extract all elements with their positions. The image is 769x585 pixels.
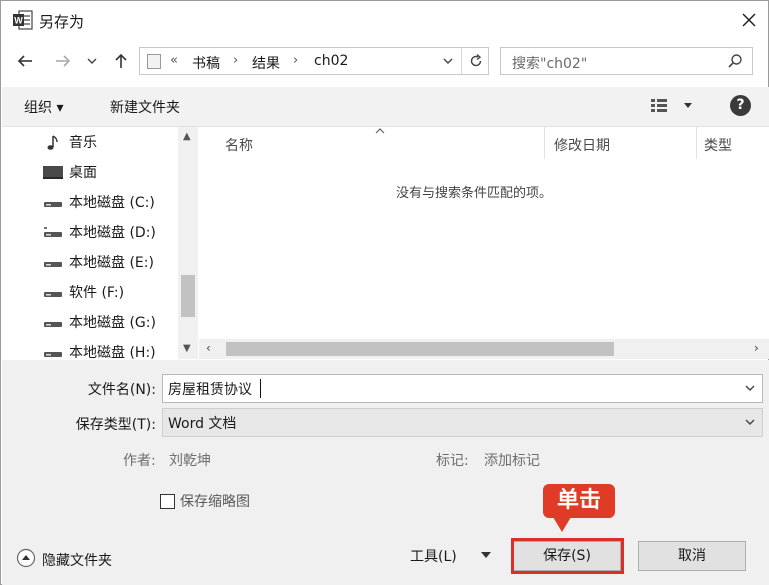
sidebar-item-label: 本地磁盘 (G:): [69, 315, 156, 331]
tags-value[interactable]: 添加标记: [484, 450, 540, 470]
sidebar-item-drive-e[interactable]: 本地磁盘 (E:): [2, 247, 180, 277]
close-icon: [742, 13, 756, 27]
scroll-left-icon[interactable]: ‹: [206, 341, 211, 355]
cancel-button[interactable]: 取消: [638, 541, 746, 571]
column-divider[interactable]: [544, 127, 545, 159]
arrow-right-icon: [56, 55, 71, 67]
author-value[interactable]: 刘乾坤: [169, 450, 211, 470]
svg-text:W: W: [14, 16, 23, 26]
sidebar-item-desktop[interactable]: 桌面: [2, 157, 180, 187]
filename-value: 房屋租赁协议: [168, 382, 252, 398]
thumbnail-checkbox-label[interactable]: 保存缩略图: [180, 491, 250, 511]
sort-ascending-icon: [375, 128, 385, 134]
column-header-date[interactable]: 修改日期: [554, 135, 610, 155]
sidebar-scroll-thumb[interactable]: [181, 275, 195, 317]
scroll-up-icon[interactable]: ▲: [183, 131, 191, 142]
save-as-dialog: W 另存为 « 书稿 › 结果 › ch02 搜索"ch02" 组织 ▾ 新建文…: [0, 0, 769, 585]
save-button-highlight: [511, 538, 624, 574]
organize-menu[interactable]: 组织 ▾: [24, 97, 63, 117]
sidebar-item-label: 本地磁盘 (D:): [69, 225, 156, 241]
search-icon: [728, 54, 742, 68]
breadcrumb-item[interactable]: 书稿: [192, 53, 220, 73]
chevron-down-icon: [87, 58, 97, 64]
sidebar-item-music[interactable]: 音乐: [2, 127, 180, 157]
refresh-icon: [470, 53, 481, 67]
breadcrumb-overflow[interactable]: «: [170, 53, 178, 68]
click-callout: 单击: [543, 484, 615, 518]
sidebar-item-drive-g[interactable]: 本地磁盘 (G:): [2, 307, 180, 337]
drive-icon: [44, 262, 62, 267]
drive-icon: [44, 352, 62, 357]
music-note-icon: [47, 135, 58, 150]
window-title: 另存为: [39, 13, 85, 31]
filetype-value: Word 文档: [168, 416, 237, 432]
word-icon: W: [13, 10, 33, 30]
sidebar-item-label: 音乐: [69, 135, 97, 151]
address-bar[interactable]: « 书稿 › 结果 › ch02: [139, 47, 489, 75]
help-button[interactable]: ?: [730, 95, 751, 116]
recent-locations-button[interactable]: [85, 51, 99, 71]
sidebar-item-drive-d[interactable]: 本地磁盘 (D:): [2, 217, 180, 247]
sidebar-item-drive-f[interactable]: 软件 (F:): [2, 277, 180, 307]
breadcrumb-item[interactable]: 结果: [252, 53, 280, 73]
view-options-icon[interactable]: [650, 97, 698, 115]
caret-down-icon[interactable]: [480, 551, 492, 559]
chevron-down-icon: [745, 419, 755, 425]
navigation-pane: 音乐 桌面 本地磁盘 (C:) 本地磁盘 (D:) 本地磁盘 (E:) 软件 (…: [2, 127, 198, 359]
sidebar-scrollbar[interactable]: ▲ ▼: [178, 127, 198, 359]
sidebar-item-label: 本地磁盘 (C:): [69, 195, 155, 211]
search-placeholder: 搜索"ch02": [512, 56, 588, 72]
arrow-left-icon: [17, 55, 32, 67]
text-cursor: [260, 379, 261, 398]
column-header-type[interactable]: 类型: [704, 135, 732, 155]
filetype-select[interactable]: Word 文档: [162, 408, 763, 437]
sidebar-item-drive-h[interactable]: 本地磁盘 (H:): [2, 337, 180, 359]
refresh-button[interactable]: [461, 48, 489, 74]
up-button[interactable]: [111, 51, 131, 71]
search-input[interactable]: 搜索"ch02": [500, 47, 753, 75]
column-header-name[interactable]: 名称: [225, 135, 253, 155]
column-divider[interactable]: [696, 127, 697, 159]
back-button[interactable]: [15, 51, 35, 71]
sidebar-item-label: 本地磁盘 (H:): [69, 345, 156, 359]
scroll-down-icon[interactable]: ▼: [183, 343, 191, 354]
scroll-right-icon[interactable]: ›: [754, 341, 759, 355]
chevron-down-icon[interactable]: [744, 381, 756, 395]
chevron-down-icon[interactable]: [442, 54, 454, 68]
save-options-panel: 文件名(N): 房屋租赁协议 保存类型(T): Word 文档 作者: 刘乾坤 …: [2, 360, 769, 585]
command-toolbar: 组织 ▾ 新建文件夹 ?: [2, 87, 769, 127]
tools-menu[interactable]: 工具(L): [410, 546, 457, 566]
sidebar-item-label: 软件 (F:): [69, 285, 125, 301]
drive-icon: [44, 202, 62, 207]
drive-icon: [44, 227, 62, 237]
folder-icon: [147, 54, 161, 69]
sidebar-item-drive-c[interactable]: 本地磁盘 (C:): [2, 187, 180, 217]
close-button[interactable]: [731, 5, 767, 35]
arrow-up-icon: [115, 53, 127, 68]
tags-label: 标记:: [436, 453, 469, 469]
empty-message: 没有与搜索条件匹配的项。: [396, 186, 553, 201]
sidebar-item-label: 桌面: [69, 165, 97, 181]
author-label: 作者:: [123, 453, 156, 469]
filename-label: 文件名(N):: [87, 382, 156, 398]
hide-folders-button[interactable]: 隐藏文件夹: [42, 550, 112, 570]
collapse-icon[interactable]: [16, 548, 36, 568]
drive-icon: [44, 292, 62, 297]
filelist-horizontal-scrollbar[interactable]: ‹ ›: [199, 339, 769, 359]
file-list: 名称 修改日期 类型 没有与搜索条件匹配的项。: [199, 127, 769, 359]
thumbnail-checkbox[interactable]: [160, 494, 175, 509]
forward-button[interactable]: [53, 51, 73, 71]
desktop-icon: [43, 166, 63, 179]
click-callout-tail: [553, 517, 571, 532]
drive-icon: [44, 322, 62, 327]
breadcrumb-item[interactable]: ch02: [314, 53, 348, 69]
filetype-label: 保存类型(T):: [75, 417, 156, 433]
filelist-scroll-thumb[interactable]: [226, 342, 614, 356]
chevron-right-icon: ›: [233, 53, 239, 68]
chevron-right-icon: ›: [293, 53, 299, 68]
new-folder-button[interactable]: 新建文件夹: [110, 97, 180, 117]
title-bar: W 另存为: [1, 1, 768, 39]
filename-field[interactable]: 房屋租赁协议: [162, 374, 763, 403]
sidebar-item-label: 本地磁盘 (E:): [69, 255, 154, 271]
